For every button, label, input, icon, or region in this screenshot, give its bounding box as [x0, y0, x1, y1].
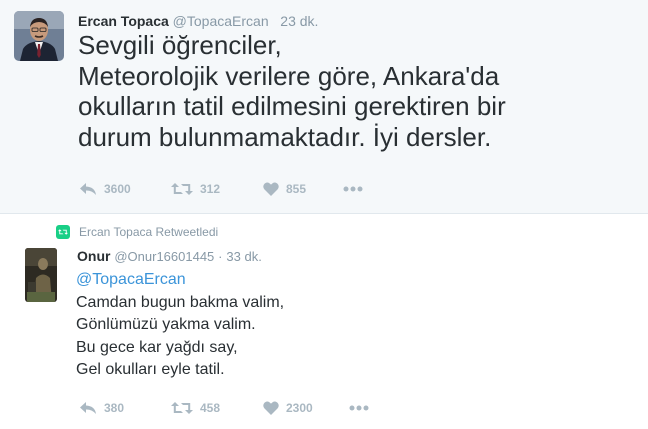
username[interactable]: @Onur16601445 [114, 249, 214, 264]
tweet-text-line: Camdan bugun bakma valim, [76, 293, 285, 311]
tweet-text-line: Meteorolojik verilere göre, Ankara'da [78, 60, 500, 91]
tweet-text-line: Gönlümüzü yakma valim. [76, 316, 256, 333]
tweet-header: Ercan Topaca @TopacaErcan 23 dk. [78, 13, 318, 29]
avatar[interactable] [14, 11, 64, 61]
tweet-text-line: Sevgili öğrenciler, [78, 30, 282, 60]
like-count: 2300 [286, 401, 313, 415]
tweet-text-line: durum bulunmamaktadır. İyi dersler. [78, 121, 492, 152]
retweet-button[interactable]: 312 [171, 182, 263, 196]
avatar[interactable] [25, 248, 57, 302]
retweet-button[interactable]: 458 [171, 401, 263, 415]
retweet-context: Ercan Topaca Retweetledi [56, 225, 218, 239]
separator: · [218, 249, 223, 264]
tweet-text-line: Bu gece kar yağdı say, [76, 338, 238, 356]
retweet-count: 458 [200, 401, 221, 415]
reply-button[interactable]: 3600 [79, 182, 171, 196]
more-icon [343, 186, 363, 192]
like-button[interactable]: 855 [263, 182, 343, 196]
retweet-icon [171, 402, 193, 414]
retweet-count: 312 [200, 182, 221, 196]
like-button[interactable]: 2300 [263, 401, 349, 415]
more-button[interactable] [343, 186, 363, 192]
retweet-icon [171, 183, 193, 195]
display-name[interactable]: Onur [77, 248, 110, 264]
reply-icon [80, 402, 96, 414]
tweet-actions: 3600 312 855 [79, 182, 363, 196]
tweet-actions: 380 458 2300 [79, 401, 369, 415]
tweet-ercan-topaca[interactable]: Ercan Topaca @TopacaErcan 23 dk. Sevgili… [0, 0, 648, 214]
reply-count: 380 [104, 401, 125, 415]
tweet-text: Sevgili öğrenciler, Meteorolojik veriler… [78, 30, 638, 152]
retweeted-by-label[interactable]: Ercan Topaca Retweetledi [79, 225, 218, 239]
display-name[interactable]: Ercan Topaca [78, 13, 169, 29]
heart-icon [263, 401, 279, 415]
timestamp[interactable]: 33 dk. [226, 249, 261, 264]
heart-icon [263, 182, 279, 196]
timestamp[interactable]: 23 dk. [280, 13, 318, 29]
tweet-text-line: okulların tatil edilmesini gerektiren bi… [78, 91, 506, 121]
username[interactable]: @TopacaErcan [173, 13, 269, 29]
tweet-text: @TopacaErcan Camdan bugun bakma valim, G… [76, 269, 284, 382]
retweet-badge-icon [56, 225, 70, 239]
reply-icon [80, 183, 96, 195]
tweet-header: Onur @Onur16601445 · 33 dk. [77, 248, 262, 264]
reply-count: 3600 [104, 182, 131, 196]
tweet-text-line: Gel okulları eyle tatil. [76, 361, 225, 378]
timeline: Ercan Topaca @TopacaErcan 23 dk. Sevgili… [0, 0, 648, 429]
like-count: 855 [286, 182, 307, 196]
more-icon [349, 405, 369, 411]
more-button[interactable] [349, 405, 369, 411]
mention-link[interactable]: @TopacaErcan [76, 269, 284, 292]
reply-button[interactable]: 380 [79, 401, 171, 415]
